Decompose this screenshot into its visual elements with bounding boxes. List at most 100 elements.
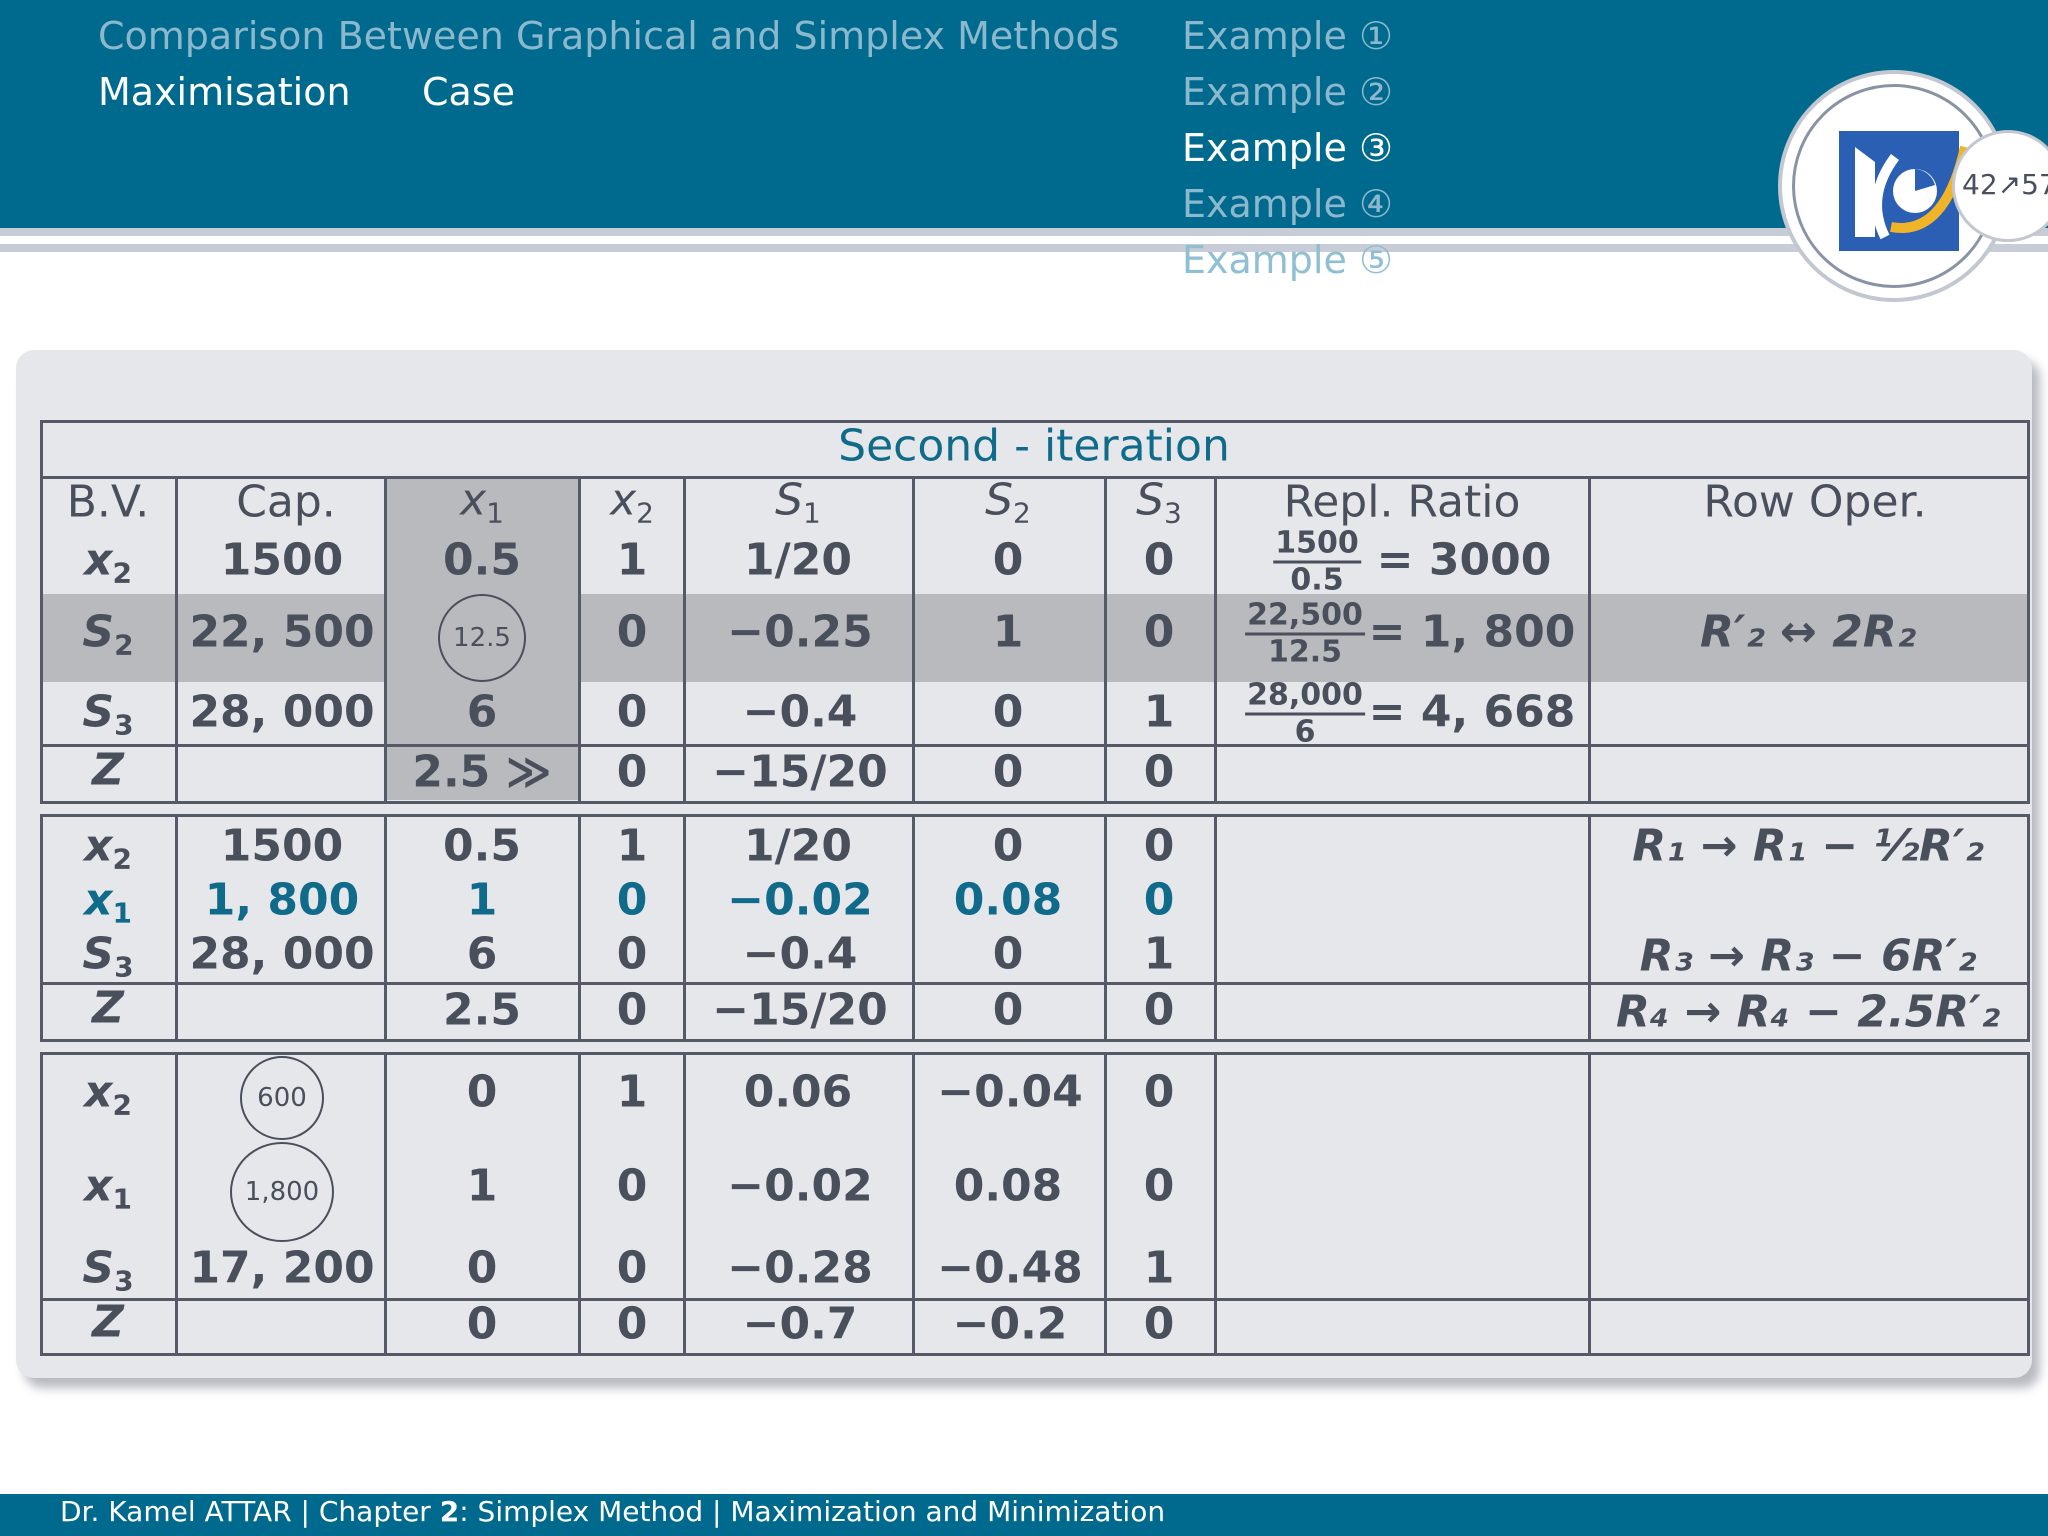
b2-r3-s1: −0.4	[742, 928, 858, 980]
b3-r2-x1: 1	[466, 1160, 498, 1212]
b3-r1-s3: 0	[1143, 1066, 1175, 1118]
col-line	[1104, 476, 1107, 804]
col-line	[175, 476, 178, 804]
b3-r1-x2: 1	[616, 1066, 648, 1118]
b3-r2-cap-circle: 1,800	[230, 1142, 334, 1242]
b2-z-rowop: R₄ → R₄ − 2.5R′₂	[1615, 986, 2001, 1038]
b3-r1-cap-circle: 600	[240, 1056, 324, 1140]
b1-r2-x2: 0	[616, 606, 648, 658]
page-indicator[interactable]: 42↗57	[1962, 168, 2048, 201]
header-x1: x1	[460, 474, 504, 530]
b2-z-s3: 0	[1143, 984, 1175, 1036]
b2-r1-rowop: R₁ → R₁ − ½R′₂	[1632, 820, 1984, 872]
b2-r2-cap: 1, 800	[204, 874, 360, 926]
b2-r1-s1: 1/20	[744, 820, 852, 872]
b3-z-x2: 0	[616, 1298, 648, 1350]
table-title: Second - iteration	[838, 420, 1230, 472]
b2-r1-s2: 0	[992, 820, 1024, 872]
col-line	[683, 476, 686, 804]
col-line	[578, 814, 581, 1042]
z-row-separator	[40, 744, 2028, 747]
b1-r2-s1: −0.25	[727, 606, 873, 658]
header-s1: S1	[775, 474, 821, 530]
b2-z-s2: 0	[992, 984, 1024, 1036]
b1-r3-s3: 1	[1143, 686, 1175, 738]
subsection-maximisation[interactable]: Maximisation	[98, 70, 351, 114]
b2-r3-cap: 28, 000	[189, 928, 375, 980]
b3-r1-s2: −0.04	[937, 1066, 1083, 1118]
col-line	[1588, 1052, 1591, 1356]
b2-r2-s3: 0	[1143, 874, 1175, 926]
b1-r2-s2: 1	[992, 606, 1024, 658]
col-line	[175, 814, 178, 1042]
section-title[interactable]: Comparison Between Graphical and Simplex…	[98, 14, 1119, 58]
b1-r2-rowop: R′₂ ↔ 2R₂	[1699, 606, 1917, 658]
b3-r2-s3: 0	[1143, 1160, 1175, 1212]
b3-r3-s2: −0.48	[937, 1242, 1083, 1294]
b2-r3-bv: S3	[82, 928, 134, 984]
b2-r2-s1: −0.02	[727, 874, 873, 926]
b3-r3-s3: 1	[1143, 1242, 1175, 1294]
col-line	[1214, 814, 1217, 1042]
b1-r3-x1: 6	[466, 686, 498, 738]
b1-z-s3: 0	[1143, 746, 1175, 798]
b1-r1-ratio-value: = 3000	[1376, 534, 1552, 586]
b1-r2-ratio-value: = 1, 800	[1368, 606, 1576, 658]
b3-r3-x1: 0	[466, 1242, 498, 1294]
b2-z-x1: 2.5	[443, 984, 521, 1036]
b1-r3-ratio-fraction: 28,000 6	[1245, 677, 1365, 750]
header-rowop: Row Oper.	[1703, 476, 1927, 528]
header-ratio: Repl. Ratio	[1283, 476, 1521, 528]
nav-example-4[interactable]: Example ④	[1182, 182, 1393, 226]
col-line	[1214, 476, 1217, 804]
nav-example-1[interactable]: Example ①	[1182, 14, 1393, 58]
pivot-element-circle: 12.5	[438, 594, 526, 682]
col-line	[1588, 476, 1591, 804]
header-bv: B.V.	[66, 476, 150, 528]
col-line	[912, 476, 915, 804]
footer-text: Dr. Kamel ATTAR | Chapter 2: Simplex Met…	[60, 1495, 1166, 1528]
b3-z-s2: −0.2	[952, 1298, 1068, 1350]
b2-r2-s2: 0.08	[953, 874, 1063, 926]
nav-example-2[interactable]: Example ②	[1182, 70, 1393, 114]
b1-r1-bv: x2	[84, 534, 132, 590]
b3-r1-bv: x2	[84, 1066, 132, 1122]
b2-r2-x2: 0	[616, 874, 648, 926]
b2-z-s1: −15/20	[712, 984, 888, 1036]
b1-r1-s1: 1/20	[744, 534, 852, 586]
b1-r1-s3: 0	[1143, 534, 1175, 586]
header-cap: Cap.	[236, 476, 336, 528]
b2-r1-x1: 0.5	[443, 820, 521, 872]
b1-z-bv: Z	[92, 744, 124, 796]
b2-r3-s3: 1	[1143, 928, 1175, 980]
b3-z-s3: 0	[1143, 1298, 1175, 1350]
b2-r2-bv: x1	[84, 874, 132, 930]
b2-r3-x1: 6	[466, 928, 498, 980]
b3-r2-bv: x1	[84, 1160, 132, 1216]
header-s2: S2	[985, 474, 1031, 530]
col-line	[578, 476, 581, 804]
b3-r1-x1: 0	[466, 1066, 498, 1118]
b1-r1-ratio-fraction: 1500 0.5	[1273, 525, 1361, 598]
b3-z-bv: Z	[92, 1296, 124, 1348]
b1-r3-s1: −0.4	[742, 686, 858, 738]
col-line	[1588, 814, 1591, 1042]
nav-example-3[interactable]: Example ③	[1182, 126, 1393, 170]
b1-r3-x2: 0	[616, 686, 648, 738]
b2-r1-s3: 0	[1143, 820, 1175, 872]
b3-r2-s2: 0.08	[953, 1160, 1063, 1212]
b2-z-x2: 0	[616, 984, 648, 1036]
subsection-case[interactable]: Case	[422, 70, 515, 114]
b2-r3-s2: 0	[992, 928, 1024, 980]
b1-r1-s2: 0	[992, 534, 1024, 586]
col-line	[912, 814, 915, 1042]
header-s3: S3	[1136, 474, 1182, 530]
b2-r1-cap: 1500	[220, 820, 344, 872]
col-line	[683, 814, 686, 1042]
b1-r3-bv: S3	[82, 686, 134, 742]
b1-z-s2: 0	[992, 746, 1024, 798]
nav-example-5[interactable]: Example ⑤	[1182, 238, 1393, 282]
b2-r3-x2: 0	[616, 928, 648, 980]
b2-r3-rowop: R₃ → R₃ − 6R′₂	[1639, 930, 1977, 982]
b1-r1-x1: 0.5	[443, 534, 521, 586]
